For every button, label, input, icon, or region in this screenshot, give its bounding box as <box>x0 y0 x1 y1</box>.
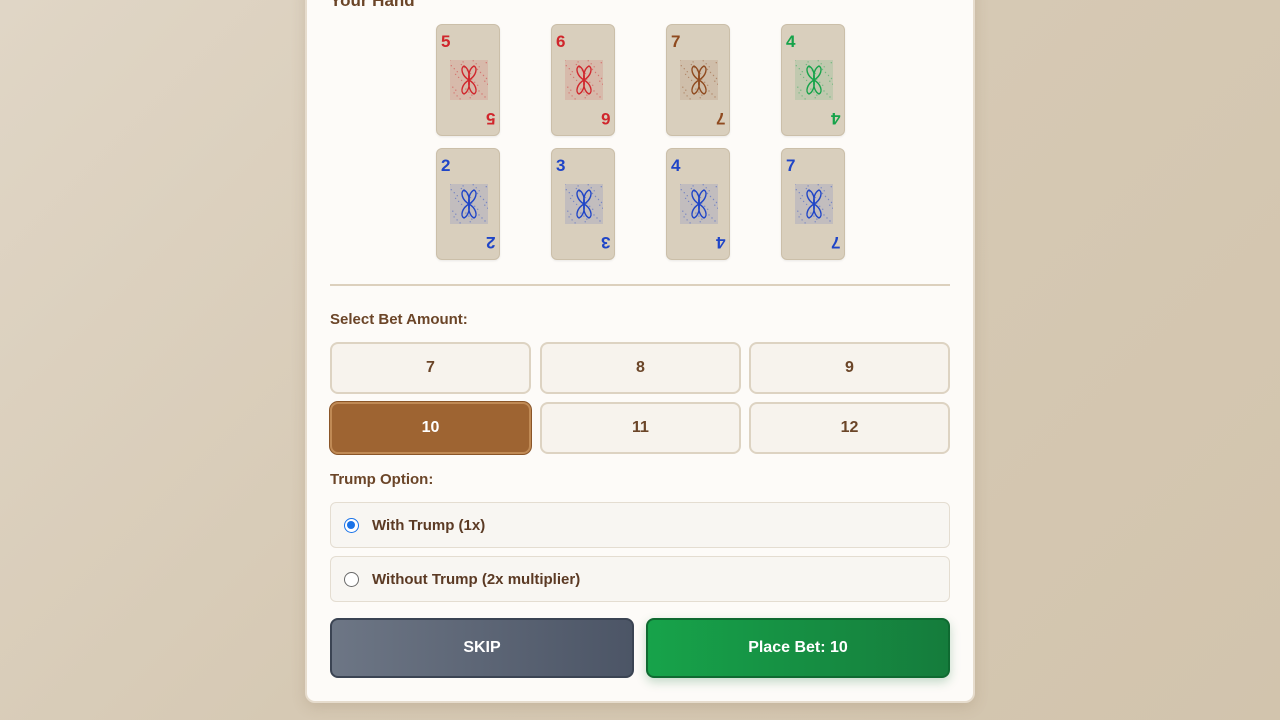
trump-option-with-label: With Trump (1x) <box>372 516 486 534</box>
card-rank-bottom: 7 <box>830 233 840 252</box>
hand-card[interactable]: 6 6 <box>551 24 615 136</box>
card-rank-top: 4 <box>671 156 681 175</box>
bet-option-button[interactable]: 7 <box>330 342 531 394</box>
card-rank-bottom: 3 <box>600 233 610 252</box>
hand-card[interactable]: 4 4 <box>781 24 845 136</box>
trump-option-label: Trump Option: <box>330 471 434 488</box>
card-rank-top: 4 <box>786 32 796 51</box>
hand-card[interactable]: 4 4 <box>666 148 730 260</box>
place-bet-button[interactable]: Place Bet: 10 <box>646 618 950 678</box>
hand-card[interactable]: 5 5 <box>436 24 500 136</box>
bet-option-button[interactable]: 10 <box>330 402 531 454</box>
bet-amount-label: Select Bet Amount: <box>330 311 468 328</box>
skip-button[interactable]: SKIP <box>330 618 634 678</box>
card-rank-top: 7 <box>671 32 681 51</box>
card-rank-bottom: 7 <box>715 109 725 128</box>
card-pattern-icon <box>680 60 718 100</box>
trump-option-without-label: Without Trump (2x multiplier) <box>372 570 581 588</box>
card-pattern-icon <box>795 60 833 100</box>
hand-card[interactable]: 7 7 <box>781 148 845 260</box>
bet-option-button[interactable]: 11 <box>540 402 741 454</box>
card-rank-bottom: 5 <box>485 109 495 128</box>
card-pattern-icon <box>795 184 833 224</box>
bet-option-button[interactable]: 8 <box>540 342 741 394</box>
card-rank-bottom: 2 <box>485 233 495 252</box>
card-rank-top: 2 <box>441 156 451 175</box>
card-rank-top: 3 <box>556 156 566 175</box>
card-rank-bottom: 4 <box>715 233 725 252</box>
card-rank-bottom: 4 <box>830 109 840 128</box>
card-pattern-icon <box>680 184 718 224</box>
radio-without-trump[interactable] <box>344 571 359 587</box>
card-pattern-icon <box>565 60 603 100</box>
hand-card[interactable]: 7 7 <box>666 24 730 136</box>
bet-option-button[interactable]: 9 <box>749 342 950 394</box>
hand-title: Your Hand <box>330 0 415 10</box>
hand-card[interactable]: 2 2 <box>436 148 500 260</box>
card-rank-top: 7 <box>786 156 796 175</box>
card-rank-top: 5 <box>441 32 451 51</box>
radio-with-trump[interactable] <box>344 517 359 533</box>
card-pattern-icon <box>450 184 488 224</box>
hand-card[interactable]: 3 3 <box>551 148 615 260</box>
trump-option-with[interactable]: With Trump (1x) <box>330 502 950 548</box>
bet-option-button[interactable]: 12 <box>749 402 950 454</box>
trump-option-without[interactable]: Without Trump (2x multiplier) <box>330 556 950 602</box>
card-rank-bottom: 6 <box>600 109 610 128</box>
card-pattern-icon <box>450 60 488 100</box>
section-divider <box>330 284 950 286</box>
card-pattern-icon <box>565 184 603 224</box>
card-rank-top: 6 <box>556 32 566 51</box>
